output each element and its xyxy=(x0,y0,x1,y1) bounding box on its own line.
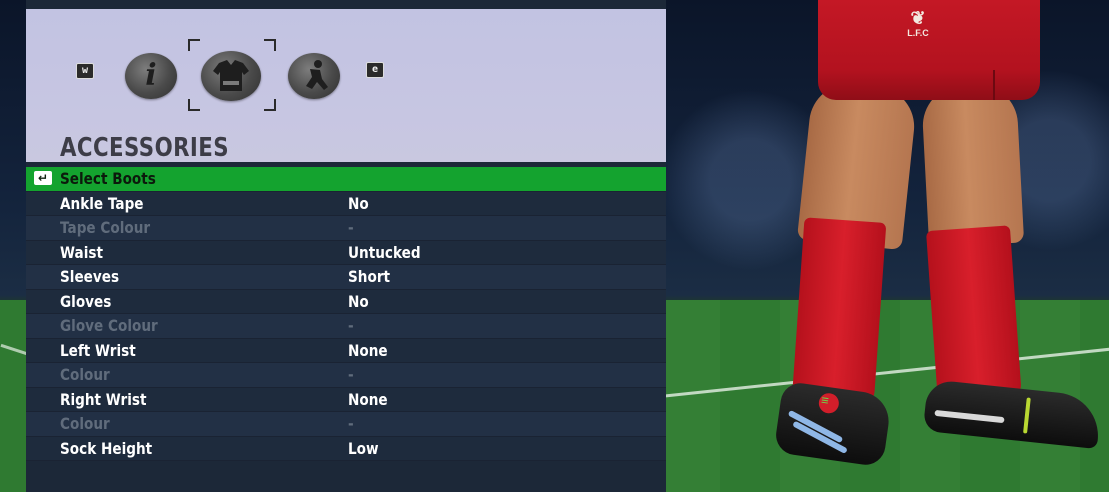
crest-text: L.F.C xyxy=(907,28,929,38)
kit-icon[interactable] xyxy=(201,51,261,101)
list-item-value: - xyxy=(348,218,354,237)
left-boot: ≡ xyxy=(773,380,893,468)
panel-header: w i e ACCESSORIES xyxy=(26,9,666,163)
list-item-label: Colour xyxy=(60,414,110,433)
list-item-value: - xyxy=(348,414,354,433)
selection-bracket xyxy=(188,99,200,111)
liver-bird-icon: ❦ xyxy=(910,8,926,28)
list-item: Tape Colour - xyxy=(26,216,666,241)
accessories-panel: w i e ACCESSORIES ↵ Select Boots Ankle T… xyxy=(26,0,666,492)
selection-bracket xyxy=(264,39,276,51)
shorts-split xyxy=(993,70,995,100)
boot-lace-accent xyxy=(1023,397,1031,434)
prev-tab-key-hint[interactable]: w xyxy=(76,63,94,79)
list-item: Colour - xyxy=(26,363,666,388)
list-item-value: - xyxy=(348,365,354,384)
right-leg xyxy=(920,82,1025,248)
list-item[interactable]: Sock Height Low xyxy=(26,436,666,461)
list-item[interactable]: Sleeves Short xyxy=(26,265,666,290)
list-item: Colour - xyxy=(26,412,666,437)
shorts: ❦ L.F.C xyxy=(818,0,1040,100)
list-item: Glove Colour - xyxy=(26,314,666,339)
list-item-label: Waist xyxy=(60,242,103,262)
next-tab-key-hint[interactable]: e xyxy=(366,62,384,78)
selection-bracket xyxy=(188,39,200,51)
list-item-label: Left Wrist xyxy=(60,340,136,360)
list-item[interactable]: Ankle Tape No xyxy=(26,191,666,216)
list-item[interactable]: Waist Untucked xyxy=(26,240,666,265)
list-item-label: Tape Colour xyxy=(60,218,151,237)
right-sock xyxy=(925,225,1023,406)
back-arrow-icon: ↵ xyxy=(34,171,52,185)
info-icon[interactable]: i xyxy=(125,53,177,99)
player-pose-icon[interactable] xyxy=(288,53,340,99)
page-title: ACCESSORIES xyxy=(60,133,230,163)
list-item-value: No xyxy=(348,291,369,311)
list-item-label: Right Wrist xyxy=(60,389,147,409)
list-item-value: None xyxy=(348,340,388,360)
list-item-label: Sleeves xyxy=(60,267,120,286)
boot-stripe xyxy=(934,409,1005,424)
panel-topbar xyxy=(26,0,666,9)
list-item-value: Low xyxy=(348,438,379,458)
list-item-label: Gloves xyxy=(60,291,112,311)
list-item-value: - xyxy=(348,316,354,335)
list-item-label: Sock Height xyxy=(60,438,153,458)
list-item[interactable]: Gloves No xyxy=(26,289,666,314)
list-item[interactable]: Right Wrist None xyxy=(26,387,666,412)
list-item[interactable]: Left Wrist None xyxy=(26,338,666,363)
list-item-label: Colour xyxy=(60,365,110,384)
list-item-label: Select Boots xyxy=(60,169,156,188)
left-sock xyxy=(791,217,887,408)
list-item-value: None xyxy=(348,389,388,409)
accessories-list: ↵ Select Boots Ankle Tape No Tape Colour - W… xyxy=(26,167,666,461)
list-item-label: Ankle Tape xyxy=(60,193,144,213)
right-boot xyxy=(922,378,1103,450)
player-model: ❦ L.F.C ≡ xyxy=(760,0,1109,492)
list-item-value: Untucked xyxy=(348,242,421,262)
list-item-select-boots[interactable]: ↵ Select Boots xyxy=(26,167,666,192)
list-item-value: No xyxy=(348,193,369,213)
selection-bracket xyxy=(264,99,276,111)
list-item-value: Short xyxy=(348,267,391,286)
club-crest: ❦ L.F.C xyxy=(903,8,933,52)
list-item-label: Glove Colour xyxy=(60,316,158,335)
